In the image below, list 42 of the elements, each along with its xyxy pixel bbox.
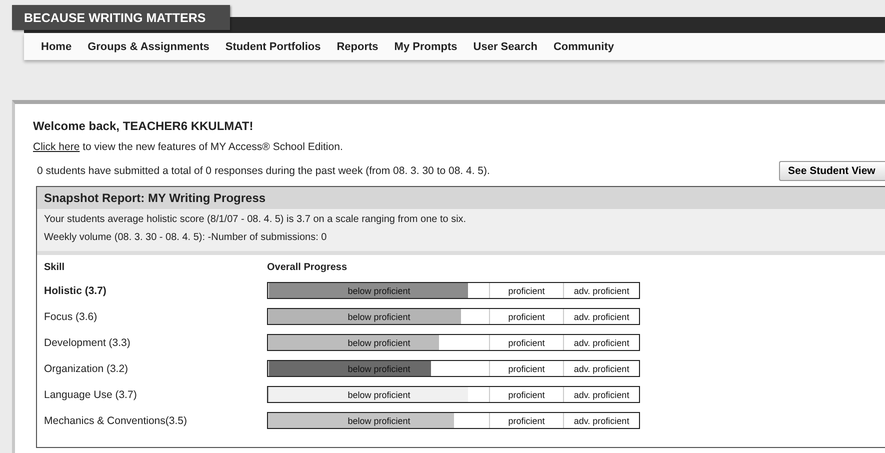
band-label: proficient — [489, 361, 564, 376]
features-text: Click here to view the new features of MY Access® School Edition. — [33, 141, 344, 153]
nav-link[interactable]: Community — [553, 40, 614, 52]
logo: BECAUSE WRITING MATTERS — [12, 5, 230, 30]
nav-link[interactable]: Groups & Assignments — [88, 40, 210, 52]
skill-label: Organization (3.2) — [44, 362, 130, 374]
skill-label: Holistic (3.7) — [44, 284, 108, 296]
band-label: adv. proficient — [563, 309, 640, 324]
band-label: below proficient — [268, 309, 490, 324]
band-label: below proficient — [268, 283, 490, 298]
summary-text: 0 students have submitted a total of 0 responses during the past week (from 08. 3. 30 to 08. 4. 5). — [36, 165, 490, 177]
band-label: proficient — [489, 387, 564, 402]
nav-link[interactable]: Home — [41, 40, 72, 52]
student-view-button[interactable]: See Student View — [779, 161, 885, 181]
band-label: adv. proficient — [563, 387, 640, 402]
welcome-heading: Welcome back, TEACHER6 KKULMAT! — [33, 119, 254, 133]
report-title: Snapshot Report: MY Writing Progress — [37, 187, 885, 209]
column-header: Skill — [44, 262, 66, 273]
nav-link[interactable]: My Prompts — [394, 40, 458, 52]
band-label: proficient — [489, 413, 564, 428]
band-label: proficient — [489, 335, 564, 350]
band-label: adv. proficient — [563, 283, 640, 298]
band-label: below proficient — [268, 335, 490, 350]
skill-label: Language Use (3.7) — [44, 388, 138, 400]
skill-label: Focus (3.6) — [44, 310, 98, 322]
nav-link[interactable]: Reports — [336, 40, 378, 52]
column-header: Overall Progress — [267, 262, 348, 273]
skill-label: Development (3.3) — [44, 336, 132, 348]
band-label: adv. proficient — [563, 335, 640, 350]
skill-label: Mechanics & Conventions(3.5) — [44, 414, 188, 426]
band-label: adv. proficient — [563, 361, 640, 376]
nav-link[interactable]: Student Portfolios — [225, 40, 321, 52]
summary-line: Weekly volume (08. 3. 30 - 08. 4. 5): -Number of submissions: 0 — [44, 231, 328, 245]
summary-line: Your students average holistic score (8/1/07 - 08. 4. 5) is 3.7 on a scale ranging from one to six. — [44, 213, 468, 227]
band-label: adv. proficient — [563, 413, 640, 428]
band-label: below proficient — [268, 413, 490, 428]
band-label: proficient — [489, 309, 564, 324]
click-here-link[interactable]: Click here — [33, 141, 80, 153]
nav-link[interactable]: User Search — [473, 40, 538, 52]
band-label: proficient — [489, 283, 564, 298]
band-label: below proficient — [268, 387, 490, 402]
band-label: below proficient — [268, 361, 490, 376]
